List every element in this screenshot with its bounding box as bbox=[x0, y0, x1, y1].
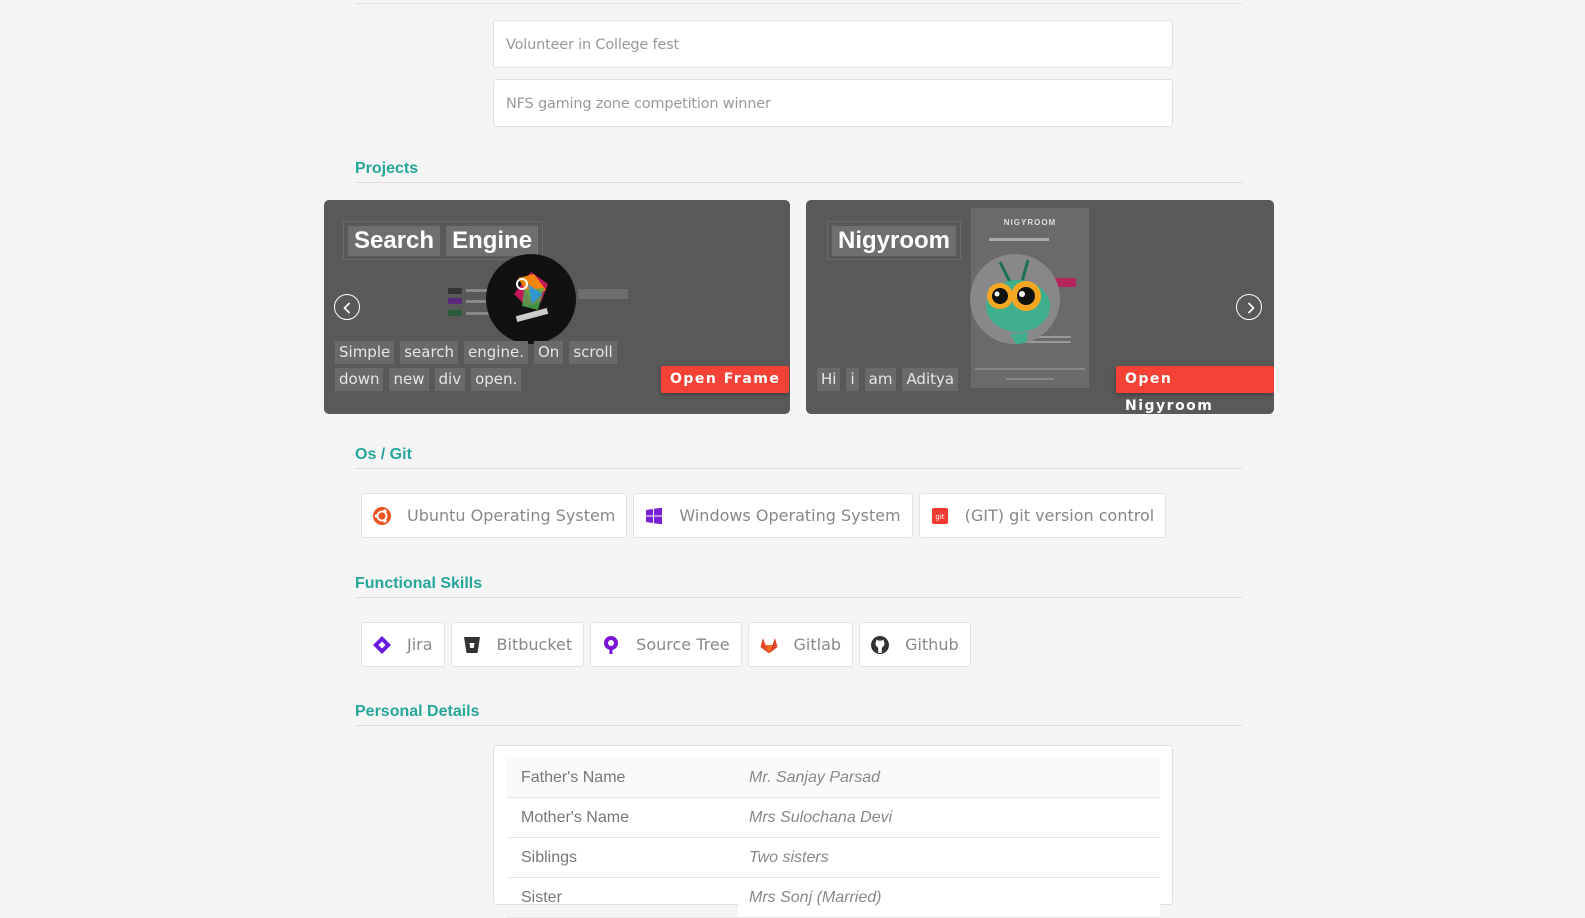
desc-word: open. bbox=[471, 368, 522, 391]
desc-word: search bbox=[400, 341, 459, 364]
skill-label: Windows Operating System bbox=[679, 506, 901, 525]
windows-icon bbox=[644, 506, 664, 526]
achievement-item: Volunteer in College fest bbox=[493, 20, 1173, 68]
detail-value: Mrs Sonj (Married) bbox=[738, 878, 1160, 917]
detail-key: Mother's Name bbox=[521, 809, 629, 826]
desc-word: div bbox=[434, 368, 466, 391]
skill-chip-windows: Windows Operating System bbox=[633, 493, 913, 538]
carousel-next-button[interactable] bbox=[1236, 294, 1262, 320]
personal-details-table: Father's Name Mr. Sanjay Parsad Mother's… bbox=[493, 745, 1173, 918]
project-title: Search Engine bbox=[343, 221, 544, 260]
desc-word: engine. bbox=[464, 341, 528, 364]
desc-word: Hi bbox=[817, 368, 841, 391]
skill-label: (GIT) git version control bbox=[964, 506, 1155, 525]
skill-chip-sourcetree: Source Tree bbox=[590, 622, 742, 667]
mascot-icon bbox=[970, 254, 1060, 344]
detail-value: Mrs Sulochana Devi bbox=[738, 798, 1160, 837]
skill-chip-jira: Jira bbox=[361, 622, 445, 667]
open-frame-button[interactable]: Open Frame bbox=[661, 366, 790, 393]
project-card-search-engine: Search Engine Simple search engine. On s… bbox=[324, 200, 790, 414]
github-icon bbox=[870, 635, 890, 655]
desc-word: down bbox=[335, 368, 384, 391]
sourcetree-icon bbox=[601, 635, 621, 655]
jira-icon bbox=[372, 635, 392, 655]
table-row: Mother's Name Mrs Sulochana Devi bbox=[507, 798, 1160, 838]
carousel-prev-button[interactable] bbox=[334, 294, 360, 320]
desc-word: scroll bbox=[569, 341, 617, 364]
open-nigyroom-button[interactable]: Open Nigyroom bbox=[1116, 366, 1274, 414]
skill-chip-github: Github bbox=[859, 622, 971, 667]
top-divider bbox=[355, 3, 1242, 4]
project-title: Nigyroom bbox=[827, 221, 962, 260]
desc-word: Aditya bbox=[902, 368, 959, 391]
skill-label: Github bbox=[905, 635, 959, 654]
section-title-functional-skills: Functional Skills bbox=[355, 575, 1242, 598]
detail-key: Siblings bbox=[521, 849, 578, 866]
title-word: Nigyroom bbox=[832, 226, 957, 256]
skill-label: Jira bbox=[407, 635, 433, 654]
svg-text:git: git bbox=[935, 513, 944, 521]
title-word: Search bbox=[348, 226, 441, 256]
skill-label: Bitbucket bbox=[496, 635, 573, 654]
skill-label: Gitlab bbox=[793, 635, 842, 654]
git-icon: git bbox=[930, 506, 950, 526]
project-description-line: down new div open. bbox=[335, 368, 522, 391]
project-card-nigyroom: NIGYROOM Nigyroom Hi i am Aditya Open Ni… bbox=[806, 200, 1274, 414]
logo-icon bbox=[486, 254, 576, 344]
skill-label: Source Tree bbox=[636, 635, 730, 654]
detail-key: Sister bbox=[521, 889, 562, 906]
desc-word: On bbox=[533, 341, 564, 364]
title-word: Engine bbox=[446, 226, 539, 256]
desc-word: am bbox=[864, 368, 897, 391]
achievement-item: NFS gaming zone competition winner bbox=[493, 79, 1173, 127]
functional-skills: Jira Bitbucket Source Tree Gitlab Github bbox=[361, 622, 971, 667]
desc-word: new bbox=[389, 368, 429, 391]
skill-chip-gitlab: Gitlab bbox=[747, 622, 854, 667]
project-description-line: Hi i am Aditya bbox=[817, 368, 959, 391]
section-title-os-git: Os / Git bbox=[355, 446, 1242, 469]
bitbucket-icon bbox=[462, 635, 482, 655]
project-description-line: Simple search engine. On scroll bbox=[335, 341, 617, 364]
os-git-skills: Ubuntu Operating System Windows Operatin… bbox=[361, 493, 1167, 538]
detail-value: Two sisters bbox=[738, 838, 1160, 877]
desc-word: Simple bbox=[335, 341, 395, 364]
skill-chip-git: git (GIT) git version control bbox=[918, 493, 1167, 538]
gitlab-icon bbox=[759, 635, 779, 655]
detail-value: Mr. Sanjay Parsad bbox=[738, 758, 1160, 797]
table-row: Sister Mrs Sonj (Married) bbox=[507, 878, 1160, 918]
section-title-projects: Projects bbox=[355, 160, 1242, 183]
desc-word: i bbox=[846, 368, 859, 391]
ubuntu-icon bbox=[372, 506, 392, 526]
section-title-personal-details: Personal Details bbox=[355, 703, 1242, 726]
table-row: Siblings Two sisters bbox=[507, 838, 1160, 878]
skill-label: Ubuntu Operating System bbox=[407, 506, 616, 525]
detail-key: Father's Name bbox=[521, 769, 626, 786]
skill-chip-bitbucket: Bitbucket bbox=[450, 622, 585, 667]
table-row: Father's Name Mr. Sanjay Parsad bbox=[507, 758, 1160, 798]
skill-chip-ubuntu: Ubuntu Operating System bbox=[361, 493, 628, 538]
